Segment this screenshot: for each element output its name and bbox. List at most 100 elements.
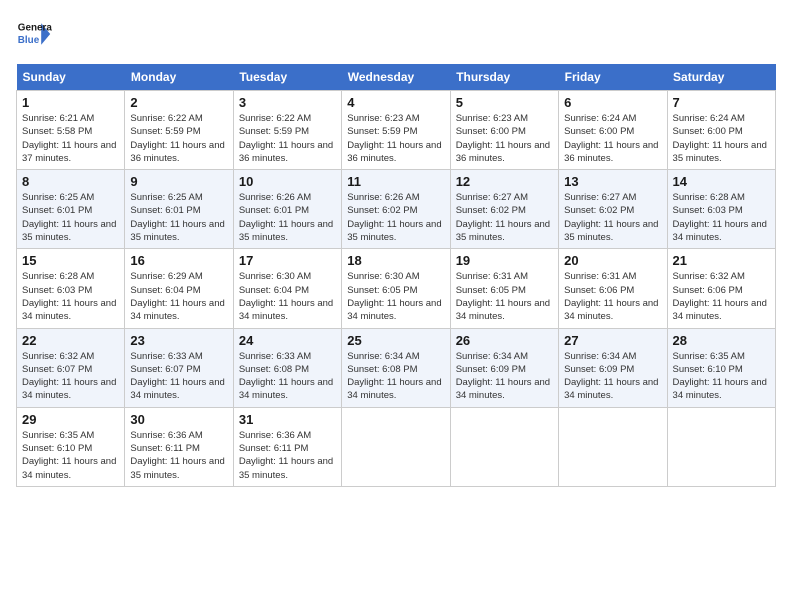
calendar-week-row: 1 Sunrise: 6:21 AMSunset: 5:58 PMDayligh… xyxy=(17,91,776,170)
day-number: 18 xyxy=(347,253,444,268)
calendar-week-row: 8 Sunrise: 6:25 AMSunset: 6:01 PMDayligh… xyxy=(17,170,776,249)
calendar-day-cell: 11 Sunrise: 6:26 AMSunset: 6:02 PMDaylig… xyxy=(342,170,450,249)
day-info: Sunrise: 6:21 AMSunset: 5:58 PMDaylight:… xyxy=(22,113,116,164)
day-info: Sunrise: 6:33 AMSunset: 6:08 PMDaylight:… xyxy=(239,351,333,402)
calendar-day-cell: 8 Sunrise: 6:25 AMSunset: 6:01 PMDayligh… xyxy=(17,170,125,249)
weekday-header: Sunday xyxy=(17,64,125,91)
empty-cell xyxy=(342,407,450,486)
calendar-body: 1 Sunrise: 6:21 AMSunset: 5:58 PMDayligh… xyxy=(17,91,776,487)
day-number: 8 xyxy=(22,174,119,189)
day-info: Sunrise: 6:34 AMSunset: 6:09 PMDaylight:… xyxy=(456,351,550,402)
day-info: Sunrise: 6:22 AMSunset: 5:59 PMDaylight:… xyxy=(130,113,224,164)
day-info: Sunrise: 6:26 AMSunset: 6:01 PMDaylight:… xyxy=(239,192,333,243)
day-number: 28 xyxy=(673,333,770,348)
calendar-day-cell: 5 Sunrise: 6:23 AMSunset: 6:00 PMDayligh… xyxy=(450,91,558,170)
weekday-header: Friday xyxy=(559,64,667,91)
day-info: Sunrise: 6:28 AMSunset: 6:03 PMDaylight:… xyxy=(22,271,116,322)
day-number: 16 xyxy=(130,253,227,268)
calendar-table: SundayMondayTuesdayWednesdayThursdayFrid… xyxy=(16,64,776,487)
logo: General Blue xyxy=(16,16,52,52)
calendar-day-cell: 15 Sunrise: 6:28 AMSunset: 6:03 PMDaylig… xyxy=(17,249,125,328)
svg-text:Blue: Blue xyxy=(18,35,40,46)
empty-cell xyxy=(667,407,775,486)
day-number: 5 xyxy=(456,95,553,110)
calendar-day-cell: 22 Sunrise: 6:32 AMSunset: 6:07 PMDaylig… xyxy=(17,328,125,407)
day-info: Sunrise: 6:27 AMSunset: 6:02 PMDaylight:… xyxy=(564,192,658,243)
calendar-day-cell: 29 Sunrise: 6:35 AMSunset: 6:10 PMDaylig… xyxy=(17,407,125,486)
day-info: Sunrise: 6:27 AMSunset: 6:02 PMDaylight:… xyxy=(456,192,550,243)
day-info: Sunrise: 6:30 AMSunset: 6:04 PMDaylight:… xyxy=(239,271,333,322)
day-number: 30 xyxy=(130,412,227,427)
day-info: Sunrise: 6:30 AMSunset: 6:05 PMDaylight:… xyxy=(347,271,441,322)
day-info: Sunrise: 6:31 AMSunset: 6:06 PMDaylight:… xyxy=(564,271,658,322)
calendar-week-row: 29 Sunrise: 6:35 AMSunset: 6:10 PMDaylig… xyxy=(17,407,776,486)
calendar-week-row: 15 Sunrise: 6:28 AMSunset: 6:03 PMDaylig… xyxy=(17,249,776,328)
day-number: 14 xyxy=(673,174,770,189)
calendar-day-cell: 19 Sunrise: 6:31 AMSunset: 6:05 PMDaylig… xyxy=(450,249,558,328)
day-info: Sunrise: 6:24 AMSunset: 6:00 PMDaylight:… xyxy=(673,113,767,164)
day-number: 4 xyxy=(347,95,444,110)
calendar-day-cell: 12 Sunrise: 6:27 AMSunset: 6:02 PMDaylig… xyxy=(450,170,558,249)
day-number: 9 xyxy=(130,174,227,189)
day-info: Sunrise: 6:35 AMSunset: 6:10 PMDaylight:… xyxy=(22,430,116,481)
day-info: Sunrise: 6:23 AMSunset: 5:59 PMDaylight:… xyxy=(347,113,441,164)
calendar-day-cell: 9 Sunrise: 6:25 AMSunset: 6:01 PMDayligh… xyxy=(125,170,233,249)
day-info: Sunrise: 6:36 AMSunset: 6:11 PMDaylight:… xyxy=(130,430,224,481)
day-info: Sunrise: 6:24 AMSunset: 6:00 PMDaylight:… xyxy=(564,113,658,164)
calendar-day-cell: 4 Sunrise: 6:23 AMSunset: 5:59 PMDayligh… xyxy=(342,91,450,170)
day-number: 10 xyxy=(239,174,336,189)
page-header: General Blue xyxy=(16,16,776,52)
day-info: Sunrise: 6:35 AMSunset: 6:10 PMDaylight:… xyxy=(673,351,767,402)
day-number: 23 xyxy=(130,333,227,348)
day-info: Sunrise: 6:34 AMSunset: 6:09 PMDaylight:… xyxy=(564,351,658,402)
day-number: 6 xyxy=(564,95,661,110)
calendar-day-cell: 17 Sunrise: 6:30 AMSunset: 6:04 PMDaylig… xyxy=(233,249,341,328)
day-number: 19 xyxy=(456,253,553,268)
day-info: Sunrise: 6:34 AMSunset: 6:08 PMDaylight:… xyxy=(347,351,441,402)
day-info: Sunrise: 6:25 AMSunset: 6:01 PMDaylight:… xyxy=(130,192,224,243)
weekday-header: Saturday xyxy=(667,64,775,91)
day-info: Sunrise: 6:25 AMSunset: 6:01 PMDaylight:… xyxy=(22,192,116,243)
day-number: 2 xyxy=(130,95,227,110)
calendar-day-cell: 18 Sunrise: 6:30 AMSunset: 6:05 PMDaylig… xyxy=(342,249,450,328)
calendar-day-cell: 14 Sunrise: 6:28 AMSunset: 6:03 PMDaylig… xyxy=(667,170,775,249)
day-number: 3 xyxy=(239,95,336,110)
calendar-day-cell: 2 Sunrise: 6:22 AMSunset: 5:59 PMDayligh… xyxy=(125,91,233,170)
svg-text:General: General xyxy=(18,22,52,33)
day-number: 26 xyxy=(456,333,553,348)
calendar-day-cell: 27 Sunrise: 6:34 AMSunset: 6:09 PMDaylig… xyxy=(559,328,667,407)
empty-cell xyxy=(450,407,558,486)
calendar-day-cell: 6 Sunrise: 6:24 AMSunset: 6:00 PMDayligh… xyxy=(559,91,667,170)
day-number: 29 xyxy=(22,412,119,427)
day-info: Sunrise: 6:31 AMSunset: 6:05 PMDaylight:… xyxy=(456,271,550,322)
calendar-header-row: SundayMondayTuesdayWednesdayThursdayFrid… xyxy=(17,64,776,91)
day-number: 13 xyxy=(564,174,661,189)
day-number: 27 xyxy=(564,333,661,348)
weekday-header: Monday xyxy=(125,64,233,91)
day-number: 1 xyxy=(22,95,119,110)
day-info: Sunrise: 6:36 AMSunset: 6:11 PMDaylight:… xyxy=(239,430,333,481)
calendar-day-cell: 10 Sunrise: 6:26 AMSunset: 6:01 PMDaylig… xyxy=(233,170,341,249)
empty-cell xyxy=(559,407,667,486)
calendar-day-cell: 25 Sunrise: 6:34 AMSunset: 6:08 PMDaylig… xyxy=(342,328,450,407)
day-number: 11 xyxy=(347,174,444,189)
calendar-day-cell: 21 Sunrise: 6:32 AMSunset: 6:06 PMDaylig… xyxy=(667,249,775,328)
day-info: Sunrise: 6:32 AMSunset: 6:06 PMDaylight:… xyxy=(673,271,767,322)
day-number: 21 xyxy=(673,253,770,268)
calendar-day-cell: 24 Sunrise: 6:33 AMSunset: 6:08 PMDaylig… xyxy=(233,328,341,407)
calendar-day-cell: 13 Sunrise: 6:27 AMSunset: 6:02 PMDaylig… xyxy=(559,170,667,249)
calendar-day-cell: 23 Sunrise: 6:33 AMSunset: 6:07 PMDaylig… xyxy=(125,328,233,407)
calendar-day-cell: 7 Sunrise: 6:24 AMSunset: 6:00 PMDayligh… xyxy=(667,91,775,170)
calendar-day-cell: 3 Sunrise: 6:22 AMSunset: 5:59 PMDayligh… xyxy=(233,91,341,170)
day-info: Sunrise: 6:32 AMSunset: 6:07 PMDaylight:… xyxy=(22,351,116,402)
day-number: 15 xyxy=(22,253,119,268)
day-number: 31 xyxy=(239,412,336,427)
calendar-day-cell: 28 Sunrise: 6:35 AMSunset: 6:10 PMDaylig… xyxy=(667,328,775,407)
weekday-header: Thursday xyxy=(450,64,558,91)
calendar-day-cell: 20 Sunrise: 6:31 AMSunset: 6:06 PMDaylig… xyxy=(559,249,667,328)
day-info: Sunrise: 6:28 AMSunset: 6:03 PMDaylight:… xyxy=(673,192,767,243)
calendar-day-cell: 1 Sunrise: 6:21 AMSunset: 5:58 PMDayligh… xyxy=(17,91,125,170)
day-number: 25 xyxy=(347,333,444,348)
calendar-week-row: 22 Sunrise: 6:32 AMSunset: 6:07 PMDaylig… xyxy=(17,328,776,407)
calendar-day-cell: 30 Sunrise: 6:36 AMSunset: 6:11 PMDaylig… xyxy=(125,407,233,486)
